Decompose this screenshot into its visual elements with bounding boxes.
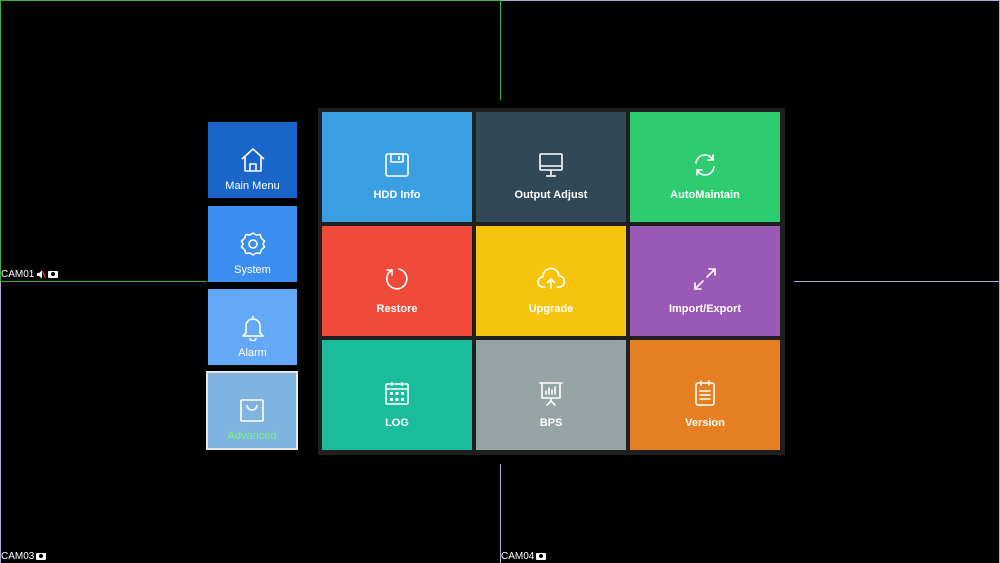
camera-record-icon [536,553,547,560]
tile-import-export[interactable]: Import/Export [630,226,780,336]
monitor-icon [539,153,563,177]
camera-record-icon [48,271,59,278]
shopping-bag-icon [240,399,264,422]
grid-line-left-border [0,0,1,282]
restore-icon [386,268,408,290]
gear-icon [240,232,265,256]
tile-log[interactable]: LOG [322,340,472,450]
side-menu-system[interactable]: System [208,206,297,282]
side-menu-advanced[interactable]: Advanced [206,371,298,450]
tile-restore[interactable]: Restore [322,226,472,336]
tile-bps[interactable]: BPS [476,340,626,450]
grid-line-horizontal-right [794,281,1000,282]
document-list-icon [695,380,715,406]
cam03-name: CAM03 [1,551,35,562]
advanced-menu-panel: HDD Info Output Adjust AutoMaintain Rest… [318,108,785,455]
side-menu-label: Main Menu [225,180,280,192]
tile-label: Version [685,417,725,429]
tile-upgrade[interactable]: Upgrade [476,226,626,336]
side-menu-label: System [234,264,271,276]
audio-mute-icon [37,270,47,279]
cam03-label: CAM03 [1,551,47,562]
tile-label: Restore [376,303,418,315]
tile-label: AutoMaintain [670,189,740,201]
tile-label: HDD Info [373,189,421,201]
cam01-name: CAM01 [1,269,35,280]
tile-auto-maintain[interactable]: AutoMaintain [630,112,780,222]
floppy-disk-icon [385,153,409,177]
tile-output-adjust[interactable]: Output Adjust [476,112,626,222]
grid-line-top-left-border [0,0,500,1]
grid-line-vertical-top [500,0,501,100]
tile-label: Import/Export [668,303,742,315]
grid-line-vertical-bottom [500,464,501,563]
cloud-upload-icon [537,267,565,289]
side-menu-main-menu[interactable]: Main Menu [208,122,297,198]
tile-hdd-info[interactable]: HDD Info [322,112,472,222]
home-icon [240,148,265,172]
tile-label: LOG [385,417,409,429]
side-menu-label: Alarm [238,347,267,359]
tile-label: Upgrade [528,303,574,315]
expand-arrows-icon [694,268,716,290]
tile-version[interactable]: Version [630,340,780,450]
grid-line-top-right-border [501,0,1000,1]
tile-label: Output Adjust [514,189,588,201]
grid-line-left-lower-border [0,282,1,563]
cam01-label: CAM01 [1,269,59,280]
camera-record-icon [36,553,47,560]
calendar-icon [385,382,409,405]
refresh-icon [695,154,715,176]
bell-icon [241,316,264,341]
presentation-chart-icon [539,382,563,406]
side-menu-alarm[interactable]: Alarm [208,289,297,365]
cam04-label: CAM04 [501,551,547,562]
tile-label: BPS [539,417,563,429]
cam04-name: CAM04 [501,551,535,562]
side-menu-label: Advanced [227,430,277,442]
grid-line-horizontal-left [0,281,207,282]
